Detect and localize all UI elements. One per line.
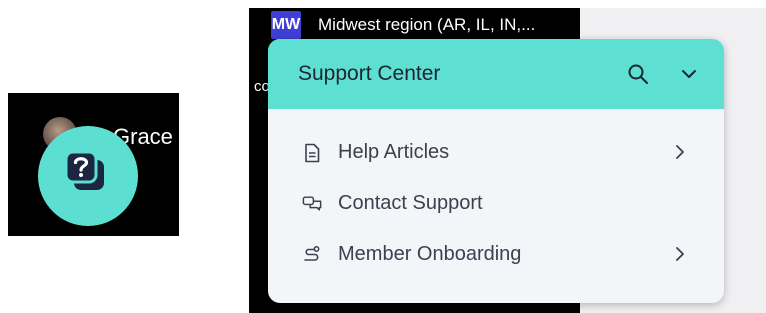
region-selector[interactable]: MW Midwest region (AR, IL, IN,...	[271, 10, 535, 40]
search-icon[interactable]	[626, 62, 650, 86]
panel-title: Support Center	[298, 62, 441, 85]
chat-bubbles-icon	[302, 194, 322, 214]
menu-item-contact-support[interactable]: Contact Support	[268, 178, 724, 229]
support-menu: Help Articles Contact Support Member Onb…	[268, 109, 724, 280]
chevron-right-icon	[670, 244, 690, 264]
menu-item-help-articles[interactable]: Help Articles	[268, 127, 724, 178]
launcher-crop: Grace T	[8, 93, 179, 236]
menu-item-label: Contact Support	[338, 192, 483, 214]
support-center-panel: Support Center Help Articles Contact Sup…	[268, 39, 724, 303]
chevron-right-icon	[670, 142, 690, 162]
help-launcher-button[interactable]	[38, 126, 138, 226]
chevron-down-icon[interactable]	[677, 62, 701, 86]
menu-item-member-onboarding[interactable]: Member Onboarding	[268, 229, 724, 280]
menu-item-label: Help Articles	[338, 141, 450, 163]
region-badge: MW	[271, 11, 301, 39]
support-crop: MW Midwest region (AR, IL, IN,... co Sup…	[249, 8, 766, 313]
document-icon	[302, 143, 322, 163]
route-icon	[302, 245, 322, 265]
menu-item-label: Member Onboarding	[338, 243, 522, 265]
region-label: Midwest region (AR, IL, IN,...	[318, 15, 536, 34]
help-question-icon	[60, 146, 116, 207]
panel-header: Support Center	[268, 39, 724, 109]
